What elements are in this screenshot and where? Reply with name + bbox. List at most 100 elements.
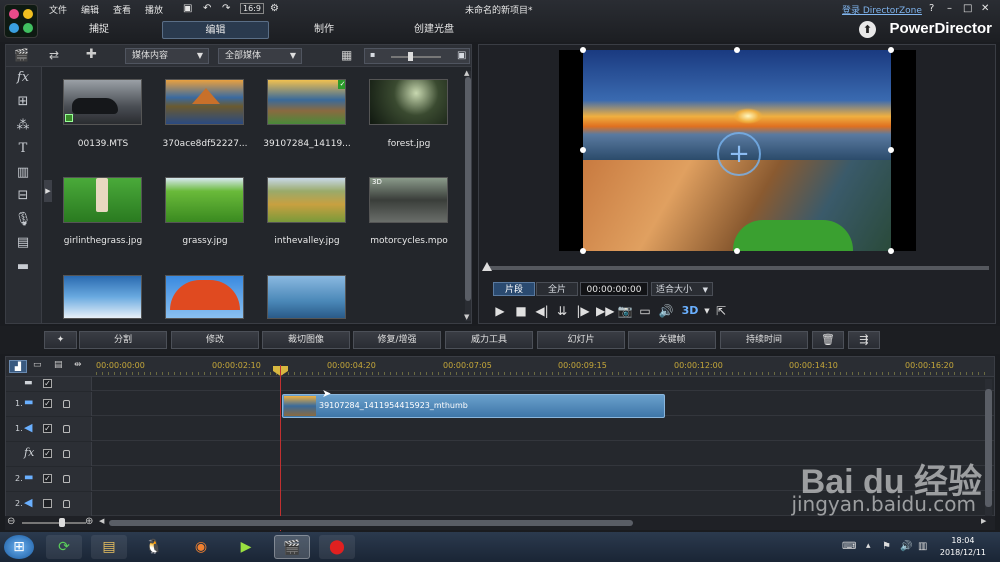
tray-keyboard-icon[interactable]: ⌨ <box>842 541 856 552</box>
aspect-ratio-icon[interactable]: 16:9 <box>240 3 264 14</box>
resize-handle[interactable] <box>888 47 894 53</box>
voiceover-mic-icon[interactable]: 🎙 <box>14 212 32 228</box>
title-room-icon[interactable]: T <box>14 141 32 157</box>
particle-room-icon[interactable]: ⁂ <box>14 118 32 134</box>
dual-monitor-icon[interactable]: ▭ <box>637 303 653 319</box>
move-crosshair-icon[interactable]: + <box>717 132 761 176</box>
powerdirector-upgrade-icon[interactable]: ⬆ <box>859 21 876 38</box>
zoom-in-icon[interactable]: ⊕ <box>85 516 93 527</box>
resize-handle[interactable] <box>734 248 740 254</box>
fit-size-dropdown[interactable]: 适合大小 ▼ <box>651 282 713 296</box>
audio-mixing-icon[interactable]: ⊟ <box>14 188 32 204</box>
zoom-slider[interactable] <box>22 522 86 524</box>
taskbar-firefox-icon[interactable]: ◉ <box>183 535 219 559</box>
scroll-thumb[interactable] <box>985 389 992 507</box>
lock-icon[interactable] <box>63 450 70 458</box>
menu-play[interactable]: 播放 <box>145 3 163 16</box>
resize-handle[interactable] <box>888 248 894 254</box>
seek-handle[interactable] <box>482 262 492 271</box>
resize-handle[interactable] <box>580 248 586 254</box>
lock-icon[interactable] <box>63 425 70 433</box>
menu-file[interactable]: 文件 <box>49 3 67 16</box>
minimize-button[interactable]: – <box>947 3 952 14</box>
3d-mode-button[interactable]: 3D <box>679 303 701 319</box>
maximize-button[interactable]: □ <box>963 3 972 14</box>
taskbar-360-icon[interactable]: ⟳ <box>46 535 82 559</box>
media-thumb-sunset-coast[interactable]: ✓ <box>267 79 346 125</box>
clip-mode-button[interactable]: 片段 <box>493 282 535 296</box>
movie-mode-button[interactable]: 全片 <box>536 282 578 296</box>
scroll-right-arrow-icon[interactable]: ▶ <box>981 517 986 525</box>
resize-handle[interactable] <box>734 47 740 53</box>
plugin-icon[interactable]: ✚ <box>86 47 97 62</box>
tab-edit[interactable]: 编辑 <box>162 21 269 39</box>
scroll-down-arrow-icon[interactable]: ▼ <box>464 313 469 321</box>
save-icon[interactable]: ▣ <box>183 3 192 14</box>
media-thumb-forest[interactable] <box>369 79 448 125</box>
media-thumb-motorcycles[interactable]: 3D <box>369 177 448 223</box>
magic-tools-icon[interactable]: ✦ <box>44 331 77 349</box>
previous-frame-icon[interactable]: ◀| <box>534 303 550 319</box>
media-thumb-mountain-lake[interactable] <box>165 79 244 125</box>
import-media-icon[interactable]: ⇄ <box>49 48 59 62</box>
undo-icon[interactable]: ↶ <box>203 3 211 14</box>
fix-enhance-button[interactable]: 修复/增强 <box>353 331 441 349</box>
zoom-out-icon[interactable]: ⊖ <box>7 516 15 527</box>
timeline-vertical-scrollbar[interactable] <box>985 379 992 517</box>
track-checkbox[interactable]: ✓ <box>43 399 52 408</box>
resize-handle[interactable] <box>580 47 586 53</box>
lock-icon[interactable] <box>63 500 70 508</box>
track-checkbox[interactable]: ✓ <box>43 379 52 388</box>
transition-room-icon[interactable]: ▥ <box>14 165 32 181</box>
split-button[interactable]: 分割 <box>79 331 167 349</box>
track-manager-icon[interactable]: ▤ <box>54 360 63 370</box>
menu-view[interactable]: 查看 <box>113 3 131 16</box>
tray-volume-icon[interactable]: 🔊 <box>900 541 912 552</box>
help-button[interactable]: ? <box>929 3 934 14</box>
menu-edit[interactable]: 编辑 <box>81 3 99 16</box>
resize-handle[interactable] <box>580 147 586 153</box>
track-checkbox[interactable]: ✓ <box>43 424 52 433</box>
media-thumb-umbrella[interactable] <box>165 275 244 319</box>
storyboard-view-icon[interactable]: ▭ <box>33 360 42 370</box>
timeline-clip[interactable]: 39107284_1411954415923_mthumb <box>282 394 665 418</box>
undock-preview-icon[interactable]: ⇱ <box>713 303 729 319</box>
timeline-ruler[interactable]: ▟ ▭ ▤ ⇹ 00:00:00:00 00:00:02:10 00:00:04… <box>6 357 994 377</box>
redo-icon[interactable]: ↷ <box>222 3 230 14</box>
media-content-dropdown[interactable]: 媒体内容 ▼ <box>125 48 209 64</box>
duration-button[interactable]: 持续时间 <box>720 331 808 349</box>
pip-objects-icon[interactable]: ⊞ <box>14 94 32 110</box>
resize-handle[interactable] <box>888 147 894 153</box>
fit-timeline-icon[interactable]: ⇹ <box>74 360 82 370</box>
track-checkbox[interactable]: ✓ <box>43 474 52 483</box>
taskbar-clock[interactable]: 18:04 2018/12/11 <box>940 535 986 559</box>
settings-gear-icon[interactable]: ⚙ <box>270 3 279 14</box>
media-thumb-grassy[interactable] <box>165 177 244 223</box>
chapter-room-icon[interactable]: ▤ <box>14 235 32 251</box>
login-link[interactable]: 登录 DirectorZone <box>842 3 922 16</box>
timecode-display[interactable]: 00:00:00:00 <box>580 282 648 296</box>
slider-handle[interactable] <box>408 52 413 61</box>
preview-seek-bar[interactable] <box>485 266 989 270</box>
tab-capture[interactable]: 捕捉 <box>53 21 145 39</box>
subtitle-room-icon[interactable]: ▬ <box>14 259 32 275</box>
lock-icon[interactable] <box>63 400 70 408</box>
close-button[interactable]: ✕ <box>981 3 989 14</box>
media-filter-dropdown[interactable]: 全部媒体 ▼ <box>218 48 302 64</box>
tab-produce[interactable]: 制作 <box>278 21 370 39</box>
next-frame-icon[interactable]: |▶ <box>575 303 591 319</box>
delete-trash-icon[interactable]: 🗑 <box>812 331 844 349</box>
tray-arrow-icon[interactable]: ▴ <box>866 541 871 551</box>
lock-icon[interactable] <box>63 475 70 483</box>
play-icon[interactable]: ▶ <box>492 303 508 319</box>
taskbar-powerdirector-icon[interactable]: 🎬 <box>274 535 310 559</box>
track-checkbox[interactable] <box>43 499 52 508</box>
power-tools-button[interactable]: 威力工具 <box>445 331 533 349</box>
thumbnail-size-slider[interactable]: ▪ ▣ <box>364 48 470 64</box>
more-options-icon[interactable]: ⇶ <box>848 331 880 349</box>
tray-network-icon[interactable]: ▥ <box>918 541 927 552</box>
preview-image[interactable]: + <box>583 50 891 251</box>
tray-flag-icon[interactable]: ⚑ <box>882 541 891 552</box>
media-room-icon[interactable]: 🎬 <box>14 48 29 62</box>
jump-icon[interactable]: ⇊ <box>554 303 570 319</box>
